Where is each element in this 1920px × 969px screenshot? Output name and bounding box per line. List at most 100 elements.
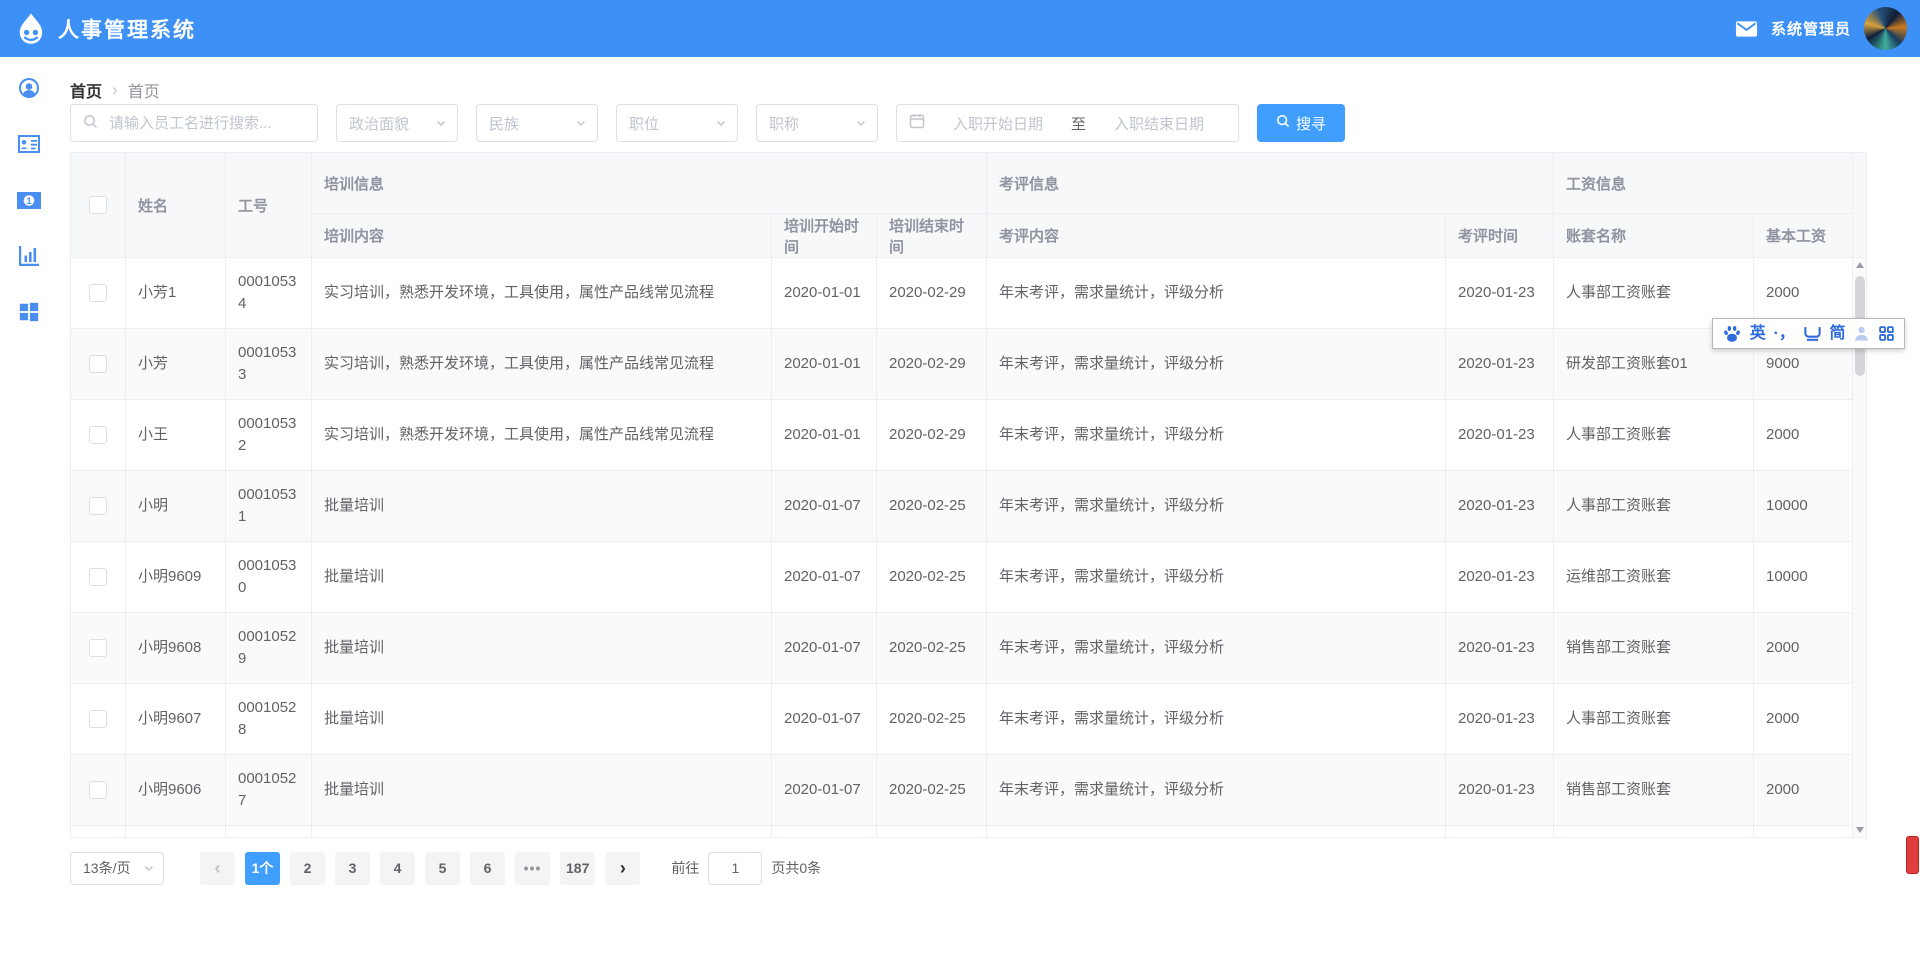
sidebar-item-system grid-icon[interactable] — [17, 300, 41, 324]
search-icon — [83, 114, 98, 133]
cell-name: 小芳1 — [126, 258, 226, 329]
table-row: 小明00010531批量培训2020-01-072020-02-25年末考评，需… — [71, 471, 1853, 542]
sidebar-item-records id-card-icon[interactable] — [17, 132, 41, 156]
select-all-cell — [71, 153, 126, 258]
paw-icon[interactable] — [1722, 324, 1742, 344]
hire-start-date-placeholder[interactable]: 入职开始日期 — [931, 113, 1065, 134]
mail-icon[interactable] — [1735, 20, 1758, 38]
page-button-6[interactable]: 6 — [470, 852, 505, 885]
cell-train_end: 2020-02-29 — [877, 329, 987, 400]
prev-page-button[interactable]: ‹ — [200, 852, 235, 885]
row-checkbox[interactable] — [89, 355, 107, 373]
table-row: 小王00010532实习培训，熟悉开发环境，工具使用，属性产品线常见流程2020… — [71, 400, 1853, 471]
row-checkbox[interactable] — [89, 568, 107, 586]
cell-review — [987, 826, 1446, 837]
table-row: 小芳00010533实习培训，熟悉开发环境，工具使用，属性产品线常见流程2020… — [71, 329, 1853, 400]
scroll-up-arrow-icon[interactable] — [1856, 262, 1864, 268]
scroll-down-arrow-icon[interactable] — [1856, 827, 1864, 833]
filter-select-label: 职位 — [629, 113, 659, 134]
cell-id: 00010530 — [226, 542, 312, 613]
table-row: 小芳100010534实习培训，熟悉开发环境，工具使用，属性产品线常见流程202… — [71, 258, 1853, 329]
page-size-select[interactable]: 13条/页 — [70, 852, 164, 885]
filter-select-3[interactable]: 职称 — [756, 104, 878, 142]
cell-train_end: 2020-02-29 — [877, 258, 987, 329]
admin-name[interactable]: 系统管理员 — [1771, 18, 1851, 39]
row-checkbox-cell — [71, 613, 126, 684]
ime-toolbar: 英 ·， 简 — [1712, 318, 1905, 349]
cell-review_time — [1446, 826, 1554, 837]
page-button-187[interactable]: 187 — [560, 852, 595, 885]
row-checkbox[interactable] — [89, 781, 107, 799]
avatar[interactable] — [1864, 7, 1907, 50]
top-bar: 人事管理系统 系统管理员 — [0, 0, 1920, 57]
row-checkbox[interactable] — [89, 284, 107, 302]
cell-train_start: 2020-01-07 — [772, 542, 877, 613]
filter-select-0[interactable]: 政治面貌 — [336, 104, 458, 142]
cell-id: 00010534 — [226, 258, 312, 329]
row-checkbox[interactable] — [89, 426, 107, 444]
employee-search-input[interactable] — [107, 114, 310, 133]
table-row: 0001052 — [71, 826, 1853, 837]
row-checkbox[interactable] — [89, 497, 107, 515]
ime-simplified-toggle[interactable]: 简 — [1829, 326, 1845, 342]
cell-train_start: 2020-01-07 — [772, 755, 877, 826]
sidebar: 1 — [0, 57, 57, 969]
ime-english-toggle[interactable]: 英 — [1750, 326, 1766, 342]
page-button-5[interactable]: 5 — [425, 852, 460, 885]
cell-id: 00010531 — [226, 471, 312, 542]
filter-select-1[interactable]: 民族 — [476, 104, 598, 142]
sidebar-item-salary money-icon[interactable]: 1 — [17, 188, 41, 212]
cell-train_start: 2020-01-07 — [772, 613, 877, 684]
breadcrumb-separator-icon: › — [112, 80, 118, 100]
cell-review: 年末考评，需求量统计，评级分析 — [987, 400, 1446, 471]
cell-review: 年末考评，需求量统计，评级分析 — [987, 613, 1446, 684]
row-checkbox[interactable] — [89, 639, 107, 657]
squares-icon[interactable] — [1878, 325, 1895, 342]
cell-account — [1554, 826, 1754, 837]
cell-id: 00010529 — [226, 613, 312, 684]
col-header-name: 姓名 — [126, 153, 226, 258]
search-button[interactable]: 搜寻 — [1257, 104, 1345, 142]
cell-name: 小王 — [126, 400, 226, 471]
cell-review: 年末考评，需求量统计，评级分析 — [987, 471, 1446, 542]
cell-train_start: 2020-01-01 — [772, 258, 877, 329]
person-icon[interactable] — [1853, 325, 1870, 342]
row-checkbox-cell — [71, 542, 126, 613]
cell-review: 年末考评，需求量统计，评级分析 — [987, 329, 1446, 400]
page-button-4[interactable]: 4 — [380, 852, 415, 885]
employee-table: 姓名 工号 培训信息 考评信息 工资信息 培训内容 培训开始时间 培训结束时间 … — [70, 152, 1867, 838]
page-button-1个[interactable]: 1个 — [245, 852, 280, 885]
breadcrumb-home[interactable]: 首页 — [70, 78, 102, 102]
sidebar-item-statistics bar-chart-icon[interactable] — [17, 244, 41, 268]
tray-icon[interactable] — [1803, 325, 1822, 342]
cell-account: 人事部工资账套 — [1554, 471, 1754, 542]
filter-select-2[interactable]: 职位 — [616, 104, 738, 142]
group-header-training: 培训信息 — [312, 153, 987, 214]
cell-name: 小明 — [126, 471, 226, 542]
hire-date-range[interactable]: 入职开始日期 至 入职结束日期 — [896, 104, 1239, 142]
page-button-•••[interactable]: ••• — [515, 852, 550, 885]
cell-train_end: 2020-02-29 — [877, 400, 987, 471]
goto-page-input[interactable] — [708, 852, 762, 885]
hire-end-date-placeholder[interactable]: 入职结束日期 — [1092, 113, 1226, 134]
select-all-checkbox[interactable] — [89, 196, 107, 214]
page-button-2[interactable]: 2 — [290, 852, 325, 885]
filter-select-label: 职称 — [769, 113, 799, 134]
ime-punctuation-toggle[interactable]: ·， — [1774, 326, 1795, 342]
cell-review: 年末考评，需求量统计，评级分析 — [987, 755, 1446, 826]
chevron-down-icon — [855, 117, 867, 129]
page-button-3[interactable]: 3 — [335, 852, 370, 885]
cell-train_start: 2020-01-01 — [772, 329, 877, 400]
cell-review: 年末考评，需求量统计，评级分析 — [987, 258, 1446, 329]
row-checkbox[interactable] — [89, 710, 107, 728]
sidebar-item-employee user-circle-icon[interactable] — [17, 76, 41, 100]
cell-training: 批量培训 — [312, 542, 772, 613]
page-scrollbar-thumb[interactable] — [1906, 836, 1919, 874]
cell-base_salary: 2000 — [1754, 755, 1853, 826]
cell-name: 小明9609 — [126, 542, 226, 613]
filter-bar: 政治面貌民族 职位 职称 入职开始日期 至 入职结束日期 搜寻 — [70, 104, 1345, 142]
row-checkbox-cell — [71, 329, 126, 400]
employee-search-box — [70, 104, 318, 142]
cell-train_start — [772, 826, 877, 837]
next-page-button[interactable]: › — [605, 852, 640, 885]
